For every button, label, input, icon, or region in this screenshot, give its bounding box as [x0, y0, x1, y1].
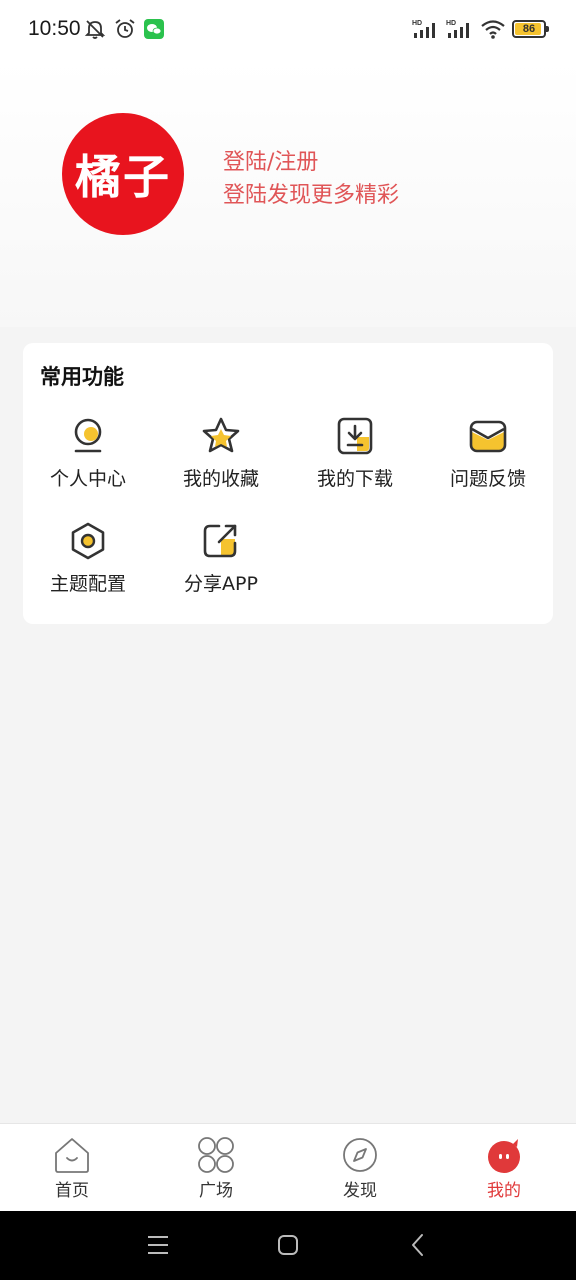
menu-icon[interactable] [146, 1233, 170, 1257]
signal-hd-badge-2: HD [446, 20, 456, 27]
mail-icon [469, 420, 507, 453]
nav-label: 发现 [343, 1181, 377, 1201]
mine-icon [488, 1139, 520, 1173]
nav-home[interactable]: 首页 [0, 1124, 144, 1212]
status-bar: 10:50 HD HD 86 [0, 0, 576, 60]
app-logo[interactable]: 橘子 [62, 113, 184, 235]
feature-theme[interactable]: 主题配置 [23, 521, 153, 611]
bell-muted-icon [84, 20, 106, 39]
logo-text: 橘子 [75, 150, 171, 204]
features-title: 常用功能 [40, 365, 124, 389]
nav-discover[interactable]: 发现 [288, 1124, 432, 1212]
battery-level: 86 [522, 23, 536, 35]
battery-indicator: 86 [512, 20, 549, 38]
features-card: 常用功能 个人中心 我的收藏 我的下载 问题反馈 主题配置 分享APP [23, 343, 553, 624]
bottom-nav: 首页 广场 发现 我的 [0, 1123, 576, 1211]
login-register-link[interactable]: 登陆/注册 [223, 144, 318, 176]
compass-icon [343, 1138, 377, 1172]
share-icon [203, 524, 237, 558]
star-icon [202, 417, 240, 453]
feature-favorites[interactable]: 我的收藏 [156, 416, 286, 506]
login-subtitle[interactable]: 登陆发现更多精彩 [223, 177, 399, 209]
signal-hd-icon: HD [412, 20, 435, 38]
nav-label: 我的 [487, 1181, 521, 1201]
nav-mine[interactable]: 我的 [432, 1124, 576, 1212]
home-icon [55, 1138, 89, 1173]
home-square-icon[interactable] [276, 1233, 300, 1257]
nav-square[interactable]: 广场 [144, 1124, 288, 1212]
profile-header: 橘子 登陆/注册 登陆发现更多精彩 [0, 60, 576, 327]
status-left-icons [84, 18, 164, 40]
signal-hd-2-icon: HD [446, 20, 469, 38]
wifi-icon [481, 20, 505, 39]
feature-label: 我的下载 [316, 468, 393, 490]
feature-label: 我的收藏 [182, 468, 259, 490]
feature-label: 个人中心 [49, 468, 126, 490]
wechat-icon [144, 19, 164, 39]
feature-label: 分享APP [184, 573, 258, 595]
system-nav-bar [0, 1211, 576, 1280]
nav-label: 广场 [199, 1181, 233, 1201]
back-icon[interactable] [406, 1233, 430, 1257]
nav-label: 首页 [55, 1181, 89, 1201]
feature-personal-center[interactable]: 个人中心 [23, 416, 153, 506]
alarm-icon [115, 19, 135, 38]
status-time: 10:50 [28, 17, 81, 40]
signal-hd-badge: HD [412, 20, 422, 27]
feature-share-app[interactable]: 分享APP [156, 521, 286, 611]
theme-icon [71, 522, 105, 560]
download-icon [337, 417, 373, 455]
grid-icon [198, 1137, 234, 1173]
feature-label: 主题配置 [49, 573, 126, 595]
feature-downloads[interactable]: 我的下载 [290, 416, 420, 506]
person-icon [74, 418, 102, 453]
status-right-icons: HD HD 86 [412, 18, 549, 40]
feature-feedback[interactable]: 问题反馈 [423, 416, 553, 506]
feature-label: 问题反馈 [449, 468, 526, 490]
